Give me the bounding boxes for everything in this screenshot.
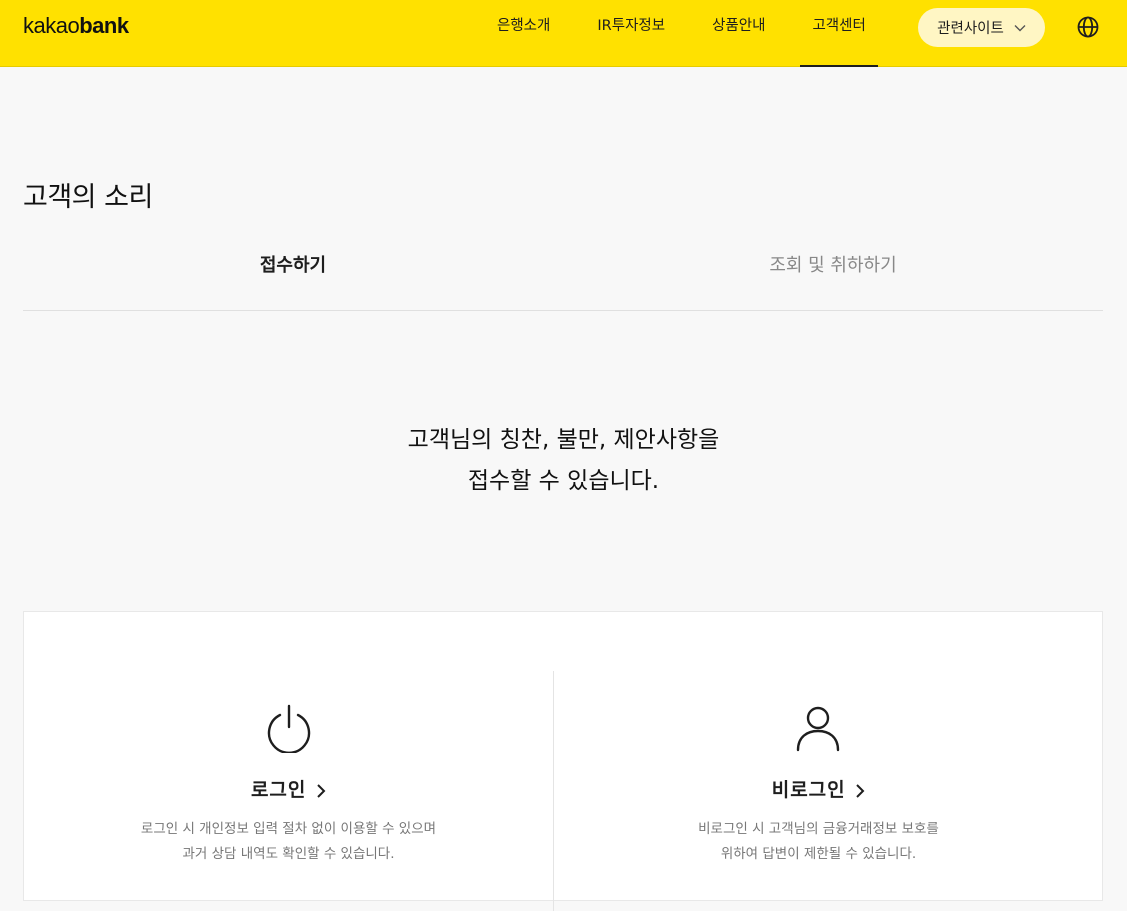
power-icon <box>267 704 311 753</box>
globe-icon[interactable] <box>1076 15 1100 39</box>
login-option[interactable]: 로그인 로그인 시 개인정보 입력 절차 없이 이용할 수 있으며 과거 상담 … <box>24 612 553 902</box>
guest-option[interactable]: 비로그인 비로그인 시 고객님의 금융거래정보 보호를 위하여 답변이 제한될 … <box>554 612 1083 902</box>
guest-title-label: 비로그인 <box>771 779 846 801</box>
login-choice-card: 로그인 로그인 시 개인정보 입력 절차 없이 이용할 수 있으며 과거 상담 … <box>23 611 1103 911</box>
login-desc-line-2: 과거 상담 내역도 확인할 수 있습니다. <box>182 846 395 862</box>
nav-item-customer-center[interactable]: 고객센터 <box>800 0 879 67</box>
logo-text-kakao: kakao <box>23 13 80 38</box>
page-title: 고객의 소리 <box>23 182 153 213</box>
guest-title[interactable]: 비로그인 <box>554 775 1083 802</box>
chevron-down-icon <box>1014 24 1026 31</box>
guest-desc-line-1: 비로그인 시 고객님의 금융거래정보 보호를 <box>698 821 939 837</box>
related-sites-label: 관련사이트 <box>937 21 1004 37</box>
login-desc-line-1: 로그인 시 개인정보 입력 절차 없이 이용할 수 있으며 <box>140 821 437 837</box>
intro-line-1: 고객님의 칭찬, 불만, 제안사항을 <box>407 427 720 453</box>
nav-item-bank-intro[interactable]: 은행소개 <box>497 0 550 67</box>
guest-desc-line-2: 위하여 답변이 제한될 수 있습니다. <box>720 846 917 862</box>
login-description: 로그인 시 개인정보 입력 절차 없이 이용할 수 있으며 과거 상담 내역도 … <box>24 817 553 867</box>
logo-text-bank: bank <box>79 13 129 38</box>
intro-text: 고객님의 칭찬, 불만, 제안사항을 접수할 수 있습니다. <box>0 420 1127 502</box>
nav-item-products[interactable]: 상품안내 <box>712 0 765 67</box>
main-nav: 은행소개 IR투자정보 상품안내 고객센터 <box>472 0 879 67</box>
chevron-right-icon <box>856 783 865 798</box>
top-header: kakaobank 은행소개 IR투자정보 상품안내 고객센터 관련사이트 <box>0 0 1127 67</box>
kakaobank-logo[interactable]: kakaobank <box>23 13 129 39</box>
login-title[interactable]: 로그인 <box>24 775 553 802</box>
guest-description: 비로그인 시 고객님의 금융거래정보 보호를 위하여 답변이 제한될 수 있습니… <box>554 817 1083 867</box>
tab-inquiry-withdraw[interactable]: 조회 및 취하하기 <box>563 240 1103 310</box>
chevron-right-icon <box>317 783 326 798</box>
tab-bar: 접수하기 조회 및 취하하기 <box>23 240 1103 311</box>
login-title-label: 로그인 <box>250 779 307 801</box>
nav-item-ir[interactable]: IR투자정보 <box>597 0 665 67</box>
person-icon <box>796 706 840 752</box>
tab-submit[interactable]: 접수하기 <box>23 240 563 310</box>
related-sites-button[interactable]: 관련사이트 <box>918 8 1045 47</box>
intro-line-2: 접수할 수 있습니다. <box>467 468 660 494</box>
